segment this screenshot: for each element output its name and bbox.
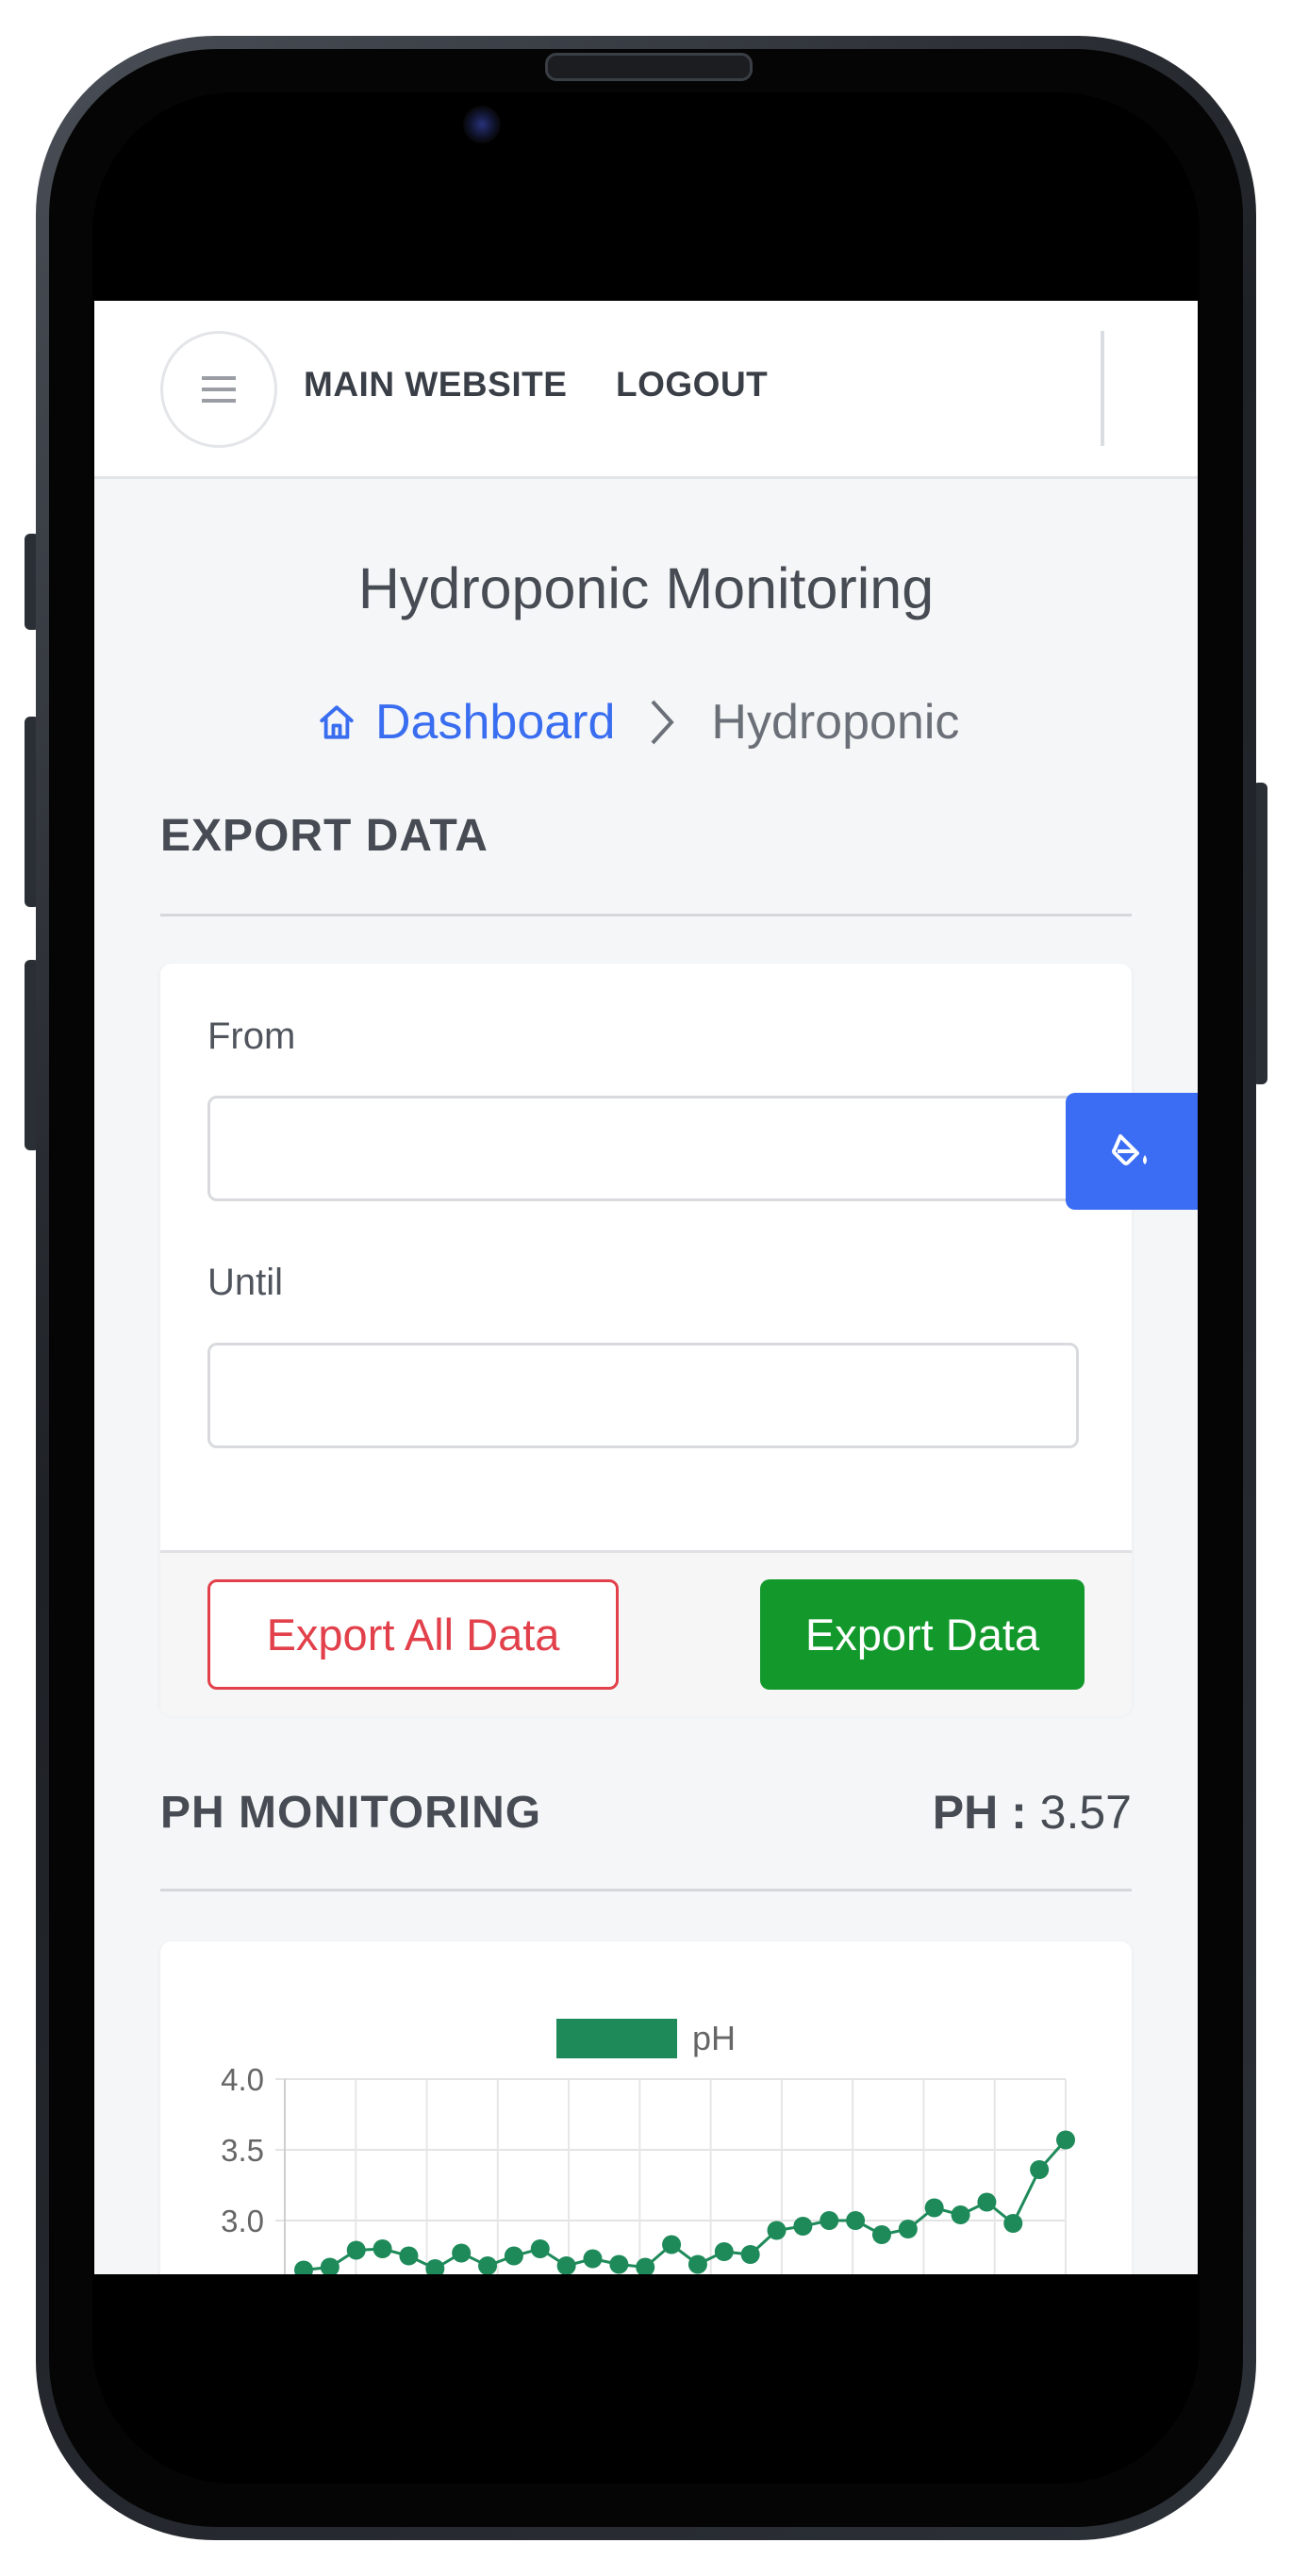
- ph-data-point: [530, 2239, 550, 2258]
- phone-chin: [92, 2274, 1200, 2484]
- ph-data-point: [294, 2260, 313, 2274]
- y-tick-label: 3.5: [221, 2133, 264, 2168]
- ph-data-point: [1030, 2160, 1050, 2179]
- ph-data-point: [767, 2221, 787, 2240]
- ph-data-point: [662, 2235, 682, 2254]
- legend-label-ph: pH: [691, 2019, 737, 2057]
- y-tick-label: 3.0: [221, 2204, 264, 2238]
- export-section-divider: [160, 914, 1132, 916]
- earpiece-speaker: [545, 53, 753, 81]
- ph-data-point: [320, 2257, 340, 2274]
- export-data-button[interactable]: Export Data: [760, 1579, 1085, 1690]
- ph-data-point: [1003, 2214, 1023, 2233]
- from-label: From: [207, 1016, 296, 1057]
- ph-data-point: [478, 2256, 498, 2274]
- front-camera: [463, 106, 501, 143]
- home-icon: [320, 705, 354, 739]
- ph-data-point: [556, 2256, 576, 2274]
- ph-data-point: [977, 2192, 997, 2212]
- page-title: Hydroponic Monitoring: [357, 556, 935, 620]
- ph-data-point: [346, 2240, 366, 2260]
- theme-customizer-button[interactable]: [1066, 1093, 1198, 1210]
- hamburger-icon: [202, 376, 236, 403]
- chevron-right-icon: [651, 700, 675, 745]
- legend-swatch-ph: [555, 2019, 677, 2058]
- until-date-input[interactable]: [207, 1343, 1079, 1448]
- ph-readout: PH : 3.57: [933, 1785, 1132, 1840]
- breadcrumb-dashboard-link[interactable]: Dashboard: [317, 694, 615, 751]
- ph-data-point: [714, 2242, 734, 2261]
- ph-data-point: [399, 2246, 419, 2266]
- ph-data-point: [846, 2211, 866, 2230]
- ph-data-point: [373, 2239, 392, 2258]
- ph-data-point: [820, 2211, 839, 2230]
- ph-section-divider: [160, 1889, 1132, 1891]
- ph-data-point: [583, 2249, 603, 2269]
- breadcrumb: Dashboard Hydroponic: [317, 689, 959, 755]
- ph-readout-value: 3.57: [1039, 1786, 1132, 1839]
- export-card-footer: Export All Data Export Data: [160, 1550, 1132, 1716]
- breadcrumb-current: Hydroponic: [711, 695, 960, 750]
- notch: [412, 94, 880, 190]
- until-label: Until: [207, 1262, 284, 1303]
- ph-data-point: [687, 2254, 707, 2274]
- ph-data-point: [793, 2217, 813, 2236]
- menu-toggle-button[interactable]: [160, 331, 277, 448]
- main-website-link[interactable]: MAIN WEBSITE: [304, 365, 567, 405]
- ph-data-point: [425, 2259, 445, 2274]
- navbar-divider: [1101, 331, 1104, 446]
- ph-data-point: [871, 2225, 891, 2244]
- ph-section-title: PH MONITORING: [160, 1788, 542, 1838]
- top-navbar: MAIN WEBSITE LOGOUT: [94, 301, 1198, 479]
- paint-bucket-icon: [1112, 1134, 1147, 1165]
- ph-data-point: [1056, 2130, 1075, 2150]
- ph-data-point: [951, 2205, 970, 2224]
- ph-line-chart: 4.0 3.5 3.0: [221, 2062, 1075, 2274]
- breadcrumb-dashboard-label: Dashboard: [375, 695, 616, 750]
- from-date-input[interactable]: [207, 1096, 1079, 1201]
- ph-data-point: [609, 2254, 629, 2274]
- export-section-title: EXPORT DATA: [160, 811, 489, 861]
- y-tick-label: 4.0: [221, 2062, 264, 2097]
- ph-data-point: [452, 2243, 472, 2263]
- ph-series-line: [303, 2138, 1068, 2271]
- ph-data-point: [898, 2220, 918, 2238]
- breadcrumb-separator: [649, 698, 675, 747]
- export-card: From Until Export All Data Export Data: [160, 964, 1132, 1716]
- chart-legend[interactable]: pH: [160, 2019, 1132, 2058]
- ph-chart-card: 4.0 3.5 3.0 pH: [160, 1941, 1132, 2274]
- ph-readout-label: PH :: [932, 1786, 1027, 1839]
- export-all-data-button[interactable]: Export All Data: [207, 1579, 619, 1690]
- ph-data-point: [924, 2198, 944, 2218]
- ph-data-point: [504, 2246, 523, 2266]
- app-screen: MAIN WEBSITE LOGOUT Hydroponic Monitorin…: [94, 301, 1198, 2274]
- ph-data-point: [740, 2245, 760, 2264]
- logout-link[interactable]: LOGOUT: [616, 365, 768, 405]
